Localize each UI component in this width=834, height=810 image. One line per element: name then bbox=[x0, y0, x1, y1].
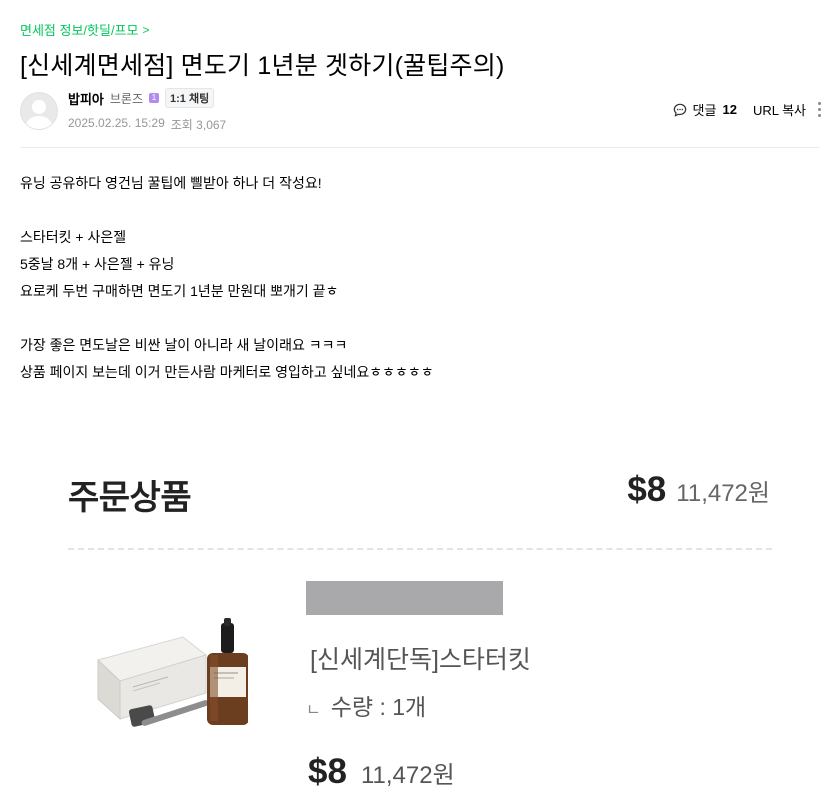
chevron-right-icon: > bbox=[142, 22, 150, 37]
qty-text: 수량 : 1개 bbox=[330, 694, 427, 720]
qty-indent-mark: ㄴ bbox=[306, 702, 321, 719]
product-price-krw: 11,472원 bbox=[360, 762, 455, 789]
author-line: 밥피아 브론즈 1 1:1 채팅 bbox=[68, 88, 226, 108]
comment-label[interactable]: 댓글 bbox=[693, 100, 717, 119]
url-copy-button[interactable]: URL 복사 bbox=[753, 100, 806, 119]
order-total-krw: 11,472원 bbox=[676, 480, 770, 507]
post-views: 조회 3,067 bbox=[170, 118, 227, 132]
avatar[interactable] bbox=[20, 91, 58, 130]
product-quantity: ㄴ 수량 : 1개 bbox=[306, 688, 426, 722]
author-info: 밥피아 브론즈 1 1:1 채팅 2025.02.25. 15:29 조회 3,… bbox=[68, 88, 226, 133]
breadcrumb[interactable]: 면세점 정보/핫딜/프모 > bbox=[20, 20, 150, 39]
body-line bbox=[20, 305, 434, 332]
author-nickname[interactable]: 밥피아 bbox=[68, 89, 104, 108]
post-tools: 댓글 12 URL 복사 bbox=[673, 100, 822, 119]
product-price-usd: $8 bbox=[308, 752, 347, 791]
product-price: $8 11,472원 bbox=[308, 752, 455, 792]
order-total: $8 11,472원 bbox=[627, 470, 770, 510]
post-meta: 2025.02.25. 15:29 조회 3,067 bbox=[68, 116, 226, 133]
header-divider bbox=[20, 147, 820, 148]
post-body: 유닝 공유하다 영건님 꿀팁에 삘받아 하나 더 작성요! 스타터킷 + 사은젤… bbox=[20, 170, 434, 386]
post-title: [신세계면세점] 면도기 1년분 겟하기(꿀팁주의) bbox=[20, 52, 505, 80]
author-block: 밥피아 브론즈 1 1:1 채팅 2025.02.25. 15:29 조회 3,… bbox=[20, 88, 226, 133]
product-image-placeholder bbox=[306, 581, 503, 615]
body-line: 상품 페이지 보는데 이거 만든사람 마케터로 영입하고 싶네요ㅎㅎㅎㅎㅎ bbox=[20, 364, 434, 380]
order-section-title: 주문상품 bbox=[68, 479, 192, 517]
post-date: 2025.02.25. 15:29 bbox=[68, 116, 165, 130]
author-grade: 브론즈 bbox=[109, 91, 144, 106]
breadcrumb-label[interactable]: 면세점 정보/핫딜/프모 bbox=[20, 20, 138, 39]
order-total-usd: $8 bbox=[627, 470, 667, 509]
chat-button[interactable]: 1:1 채팅 bbox=[165, 88, 215, 108]
body-line: 스타터킷 + 사은젤 bbox=[20, 229, 127, 245]
order-divider bbox=[68, 548, 772, 550]
body-line: 5중날 8개 + 사은젤 + 유닝 bbox=[20, 256, 175, 272]
body-line: 유닝 공유하다 영건님 꿀팁에 삘받아 하나 더 작성요! bbox=[20, 175, 322, 191]
product-image[interactable] bbox=[88, 615, 248, 730]
more-icon[interactable] bbox=[818, 102, 822, 117]
comment-icon[interactable] bbox=[673, 103, 687, 117]
product-name[interactable]: [신세계단독]스타터킷 bbox=[310, 640, 531, 676]
body-line: 요로케 두번 구매하면 면도기 1년분 만원대 뽀개기 끝ㅎ bbox=[20, 283, 339, 299]
comment-count[interactable]: 12 bbox=[722, 102, 736, 117]
body-line bbox=[20, 197, 434, 224]
body-line: 가장 좋은 면도날은 비싼 날이 아니라 새 날이래요 ㅋㅋㅋ bbox=[20, 337, 348, 353]
grade-icon: 1 bbox=[149, 93, 160, 103]
